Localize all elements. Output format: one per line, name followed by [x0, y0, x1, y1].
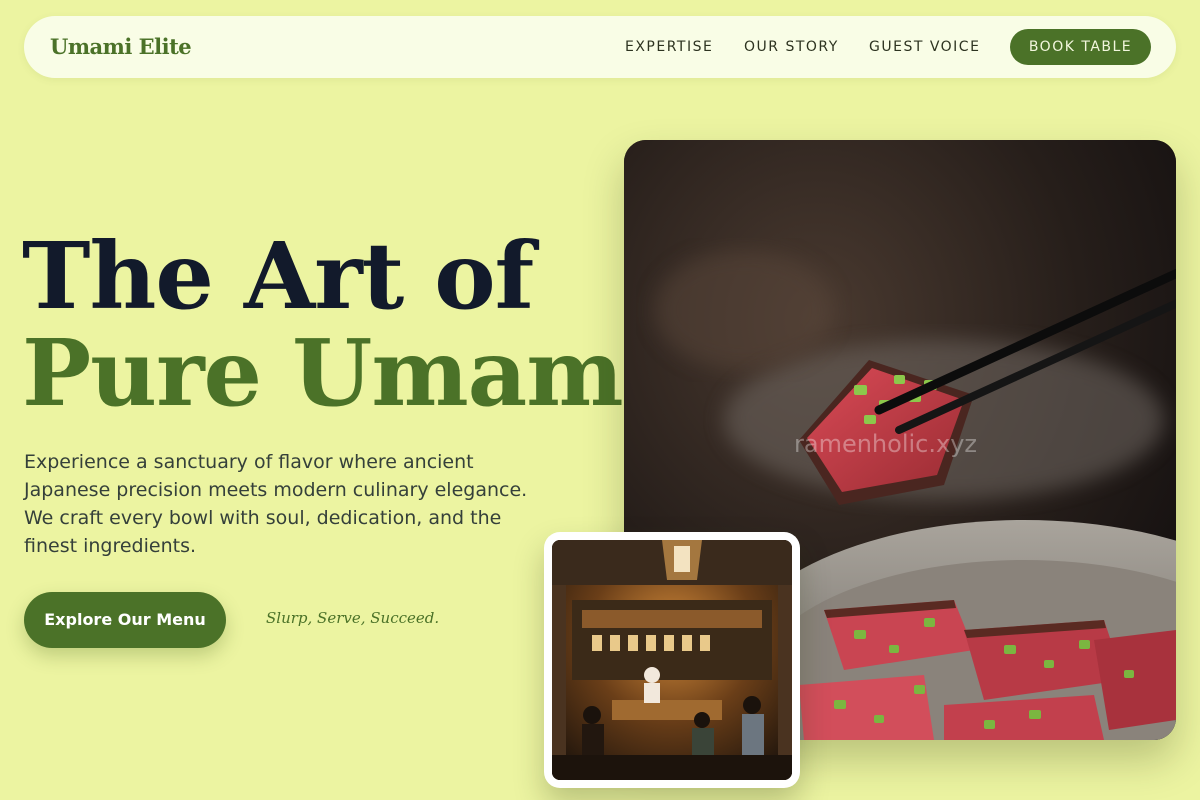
hero-description: Experience a sanctuary of flavor where a…	[24, 451, 528, 557]
book-table-button[interactable]: BOOK TABLE	[1010, 29, 1151, 65]
restaurant-image-card	[544, 532, 800, 788]
nav-link-expertise[interactable]: EXPERTISE	[625, 16, 713, 78]
brand-logo[interactable]: Umami Elite	[50, 16, 192, 78]
hero-headline: The Art of Pure Umami.	[22, 222, 689, 427]
headline-line-1: The Art of	[22, 222, 534, 330]
nav-link-guest-voice[interactable]: GUEST VOICE	[869, 16, 980, 78]
hero-tagline: Slurp, Serve, Succeed.	[266, 609, 440, 627]
nav-link-our-story[interactable]: OUR STORY	[744, 16, 839, 78]
restaurant-interior-image	[552, 540, 792, 780]
image-watermark: ramenholic.xyz	[794, 430, 977, 458]
navbar: Umami Elite EXPERTISE OUR STORY GUEST VO…	[24, 16, 1176, 78]
explore-menu-button[interactable]: Explore Our Menu	[24, 592, 226, 648]
restaurant-illustration	[552, 540, 792, 780]
headline-line-2: Pure Umami.	[22, 319, 689, 427]
